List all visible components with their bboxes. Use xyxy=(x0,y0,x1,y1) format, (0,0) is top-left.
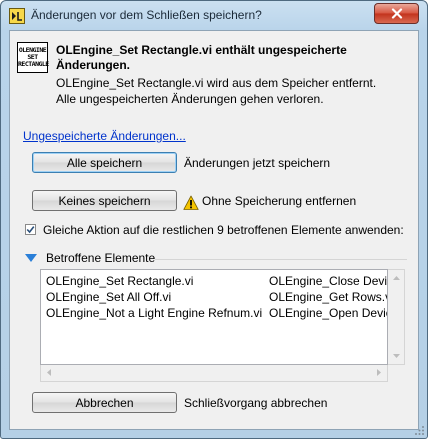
save-none-button[interactable]: Keines speichern xyxy=(32,190,177,211)
disclosure-triangle-icon[interactable] xyxy=(25,254,37,262)
message-text: OLEngine_Set Rectangle.vi wird aus dem S… xyxy=(56,76,377,90)
list-item[interactable]: OLEngine_Open Devic xyxy=(269,306,387,320)
save-all-button[interactable]: Alle speichern xyxy=(32,152,177,173)
dialog-content: OLENGINE SET RECTANGLE OLEngine_Set Rect… xyxy=(9,30,419,430)
message-heading-line: OLEngine_Set Rectangle.vi enthält ungesp… xyxy=(56,43,347,57)
message-text: Alle ungespeicherten Änderungen gehen ve… xyxy=(56,92,324,106)
window-title: Änderungen vor dem Schließen speichern? xyxy=(31,8,262,22)
list-item[interactable]: OLEngine_Get Rows.vi xyxy=(269,290,387,304)
message-heading-line: Änderungen. xyxy=(56,58,130,72)
cancel-button[interactable]: Abbrechen xyxy=(32,392,177,413)
scroll-left-icon xyxy=(47,369,51,376)
message-heading: OLEngine_Set Rectangle.vi enthält ungesp… xyxy=(56,43,406,73)
close-icon xyxy=(391,8,402,19)
scroll-down-icon xyxy=(393,354,400,358)
close-button[interactable] xyxy=(374,3,419,24)
save-all-description: Änderungen jetzt speichern xyxy=(184,156,331,170)
title-bar[interactable]: Änderungen vor dem Schließen speichern? xyxy=(1,1,427,29)
scroll-right-icon xyxy=(377,369,381,376)
labview-app-icon xyxy=(9,8,25,24)
warning-icon xyxy=(183,195,199,210)
cancel-description: Schließvorgang abbrechen xyxy=(184,396,328,410)
apply-all-label: Gleiche Aktion auf die restlichen 9 betr… xyxy=(43,223,404,237)
vertical-scrollbar[interactable] xyxy=(388,269,405,365)
section-divider xyxy=(155,259,407,260)
list-item[interactable]: OLEngine_Set All Off.vi xyxy=(46,290,171,304)
dialog-window: Änderungen vor dem Schließen speichern? … xyxy=(0,0,428,439)
save-none-description: Ohne Speicherung entfernen xyxy=(202,194,357,208)
horizontal-scrollbar[interactable] xyxy=(40,365,388,382)
unsaved-changes-link[interactable]: Ungespeicherte Änderungen... xyxy=(23,129,186,143)
checkmark-icon xyxy=(26,226,35,234)
affected-items-list[interactable]: OLEngine_Set Rectangle.vi OLEngine_Set A… xyxy=(40,269,388,365)
list-item[interactable]: OLEngine_Set Rectangle.vi xyxy=(46,274,193,288)
list-item[interactable]: OLEngine_Close Devic xyxy=(269,274,387,288)
scrollbar-corner xyxy=(388,365,405,382)
scroll-up-icon xyxy=(393,276,400,280)
apply-all-checkbox[interactable] xyxy=(25,224,36,235)
resize-grip-icon[interactable] xyxy=(415,426,425,436)
list-item[interactable]: OLEngine_Not a Light Engine Refnum.vi xyxy=(46,306,262,320)
affected-items-title: Betroffene Elemente xyxy=(46,251,156,265)
vi-icon: OLENGINE SET RECTANGLE xyxy=(17,42,49,73)
vi-icon-text: RECTANGLE xyxy=(18,60,49,68)
